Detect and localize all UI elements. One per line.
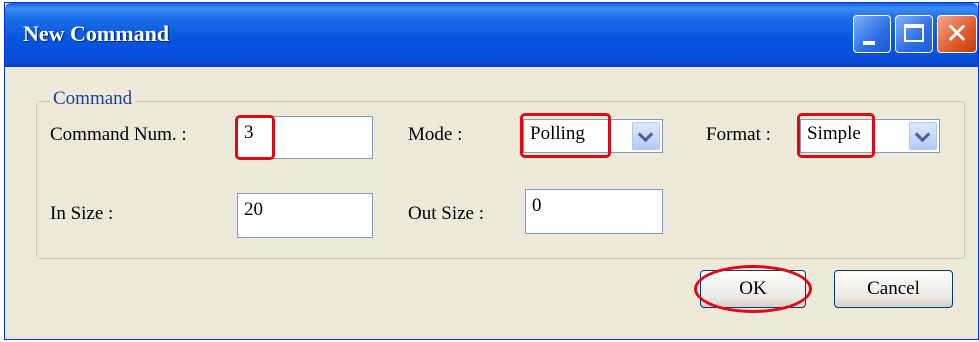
in-size-label: In Size : (50, 203, 114, 224)
command-num-label: Command Num. : (50, 124, 187, 145)
minimize-button[interactable] (853, 15, 891, 53)
out-size-field[interactable]: 0 (525, 189, 663, 234)
title-bar[interactable]: New Command ✕ (5, 3, 978, 67)
mode-select[interactable]: Polling (523, 119, 663, 153)
mode-dropdown-button[interactable] (632, 122, 660, 150)
chevron-down-icon (637, 126, 654, 143)
in-size-field[interactable]: 20 (237, 193, 373, 238)
chevron-down-icon (914, 126, 931, 143)
cancel-button[interactable]: Cancel (834, 270, 953, 308)
format-dropdown-button[interactable] (909, 122, 937, 150)
maximize-icon (904, 24, 924, 42)
command-num-field[interactable]: 3 (237, 116, 373, 159)
minimize-icon (863, 41, 875, 45)
out-size-label: Out Size : (408, 203, 484, 224)
mode-selected-value: Polling (530, 123, 585, 144)
ok-button[interactable]: OK (700, 270, 806, 308)
close-icon: ✕ (945, 17, 969, 50)
groupbox-legend: Command (50, 88, 136, 110)
maximize-button[interactable] (895, 15, 933, 53)
close-button[interactable]: ✕ (937, 15, 977, 53)
format-label: Format : (706, 124, 771, 145)
window-title: New Command (23, 21, 170, 46)
mode-label: Mode : (408, 124, 463, 145)
format-selected-value: Simple (807, 123, 861, 144)
format-select[interactable]: Simple (800, 119, 940, 153)
